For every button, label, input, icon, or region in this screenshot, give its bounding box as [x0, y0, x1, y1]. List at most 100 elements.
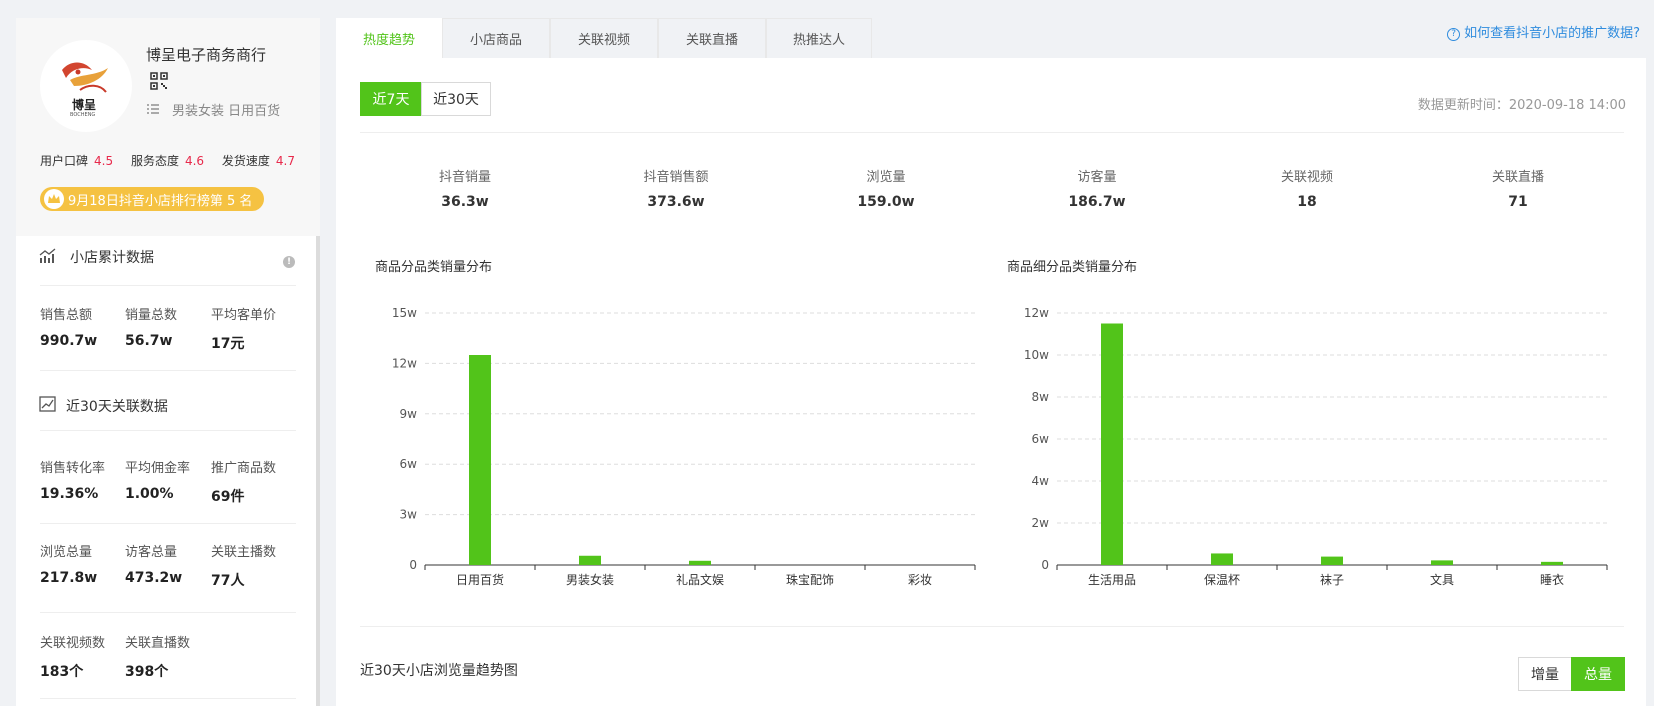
bar-trend-icon	[39, 248, 56, 263]
tab-related-lives[interactable]: 关联直播	[658, 18, 766, 58]
stat-label-volume-total: 销量总数	[125, 308, 178, 323]
bar	[469, 355, 491, 565]
line-chart-icon	[39, 396, 56, 412]
stat-value-videos: 183个	[40, 664, 84, 680]
x-tick-label: 礼品文娱	[676, 572, 724, 587]
y-tick-label: 4w	[1032, 474, 1050, 488]
x-tick-label: 保温杯	[1204, 573, 1240, 587]
crown-icon	[44, 189, 64, 209]
y-tick-label: 15w	[392, 306, 417, 320]
increment-toggle-button[interactable]: 增量	[1518, 657, 1572, 691]
stat-label-views-total: 浏览总量	[40, 545, 93, 560]
kpi-value-visitors: 186.7w	[1068, 194, 1126, 210]
y-tick-label: 6w	[1032, 432, 1050, 446]
divider	[40, 698, 296, 699]
divider	[40, 523, 296, 524]
help-icon: ?	[1447, 28, 1461, 41]
x-tick-label: 文具	[1430, 572, 1454, 587]
x-tick-label: 珠宝配饰	[786, 573, 834, 587]
bar	[1321, 556, 1343, 565]
kpi-label-visitors: 访客量	[1077, 170, 1117, 185]
rating-service: 服务态度 4.6	[130, 154, 205, 168]
trend-title: 近30天小店浏览量趋势图	[360, 663, 518, 679]
stat-label-conversion: 销售转化率	[40, 461, 106, 476]
stat-label-videos: 关联视频数	[40, 636, 106, 651]
stat-value-volume-total: 56.7w	[125, 333, 173, 349]
shop-name: 博呈电子商务商行	[146, 46, 267, 64]
rank-badge-text: 9月18日抖音小店排行榜第 5 名	[68, 193, 253, 209]
stat-label-visitors-total: 访客总量	[125, 545, 178, 560]
range-7-days-button[interactable]: 近7天	[360, 82, 422, 116]
stat-label-promoted-items: 推广商品数	[211, 461, 277, 476]
kpi-label-douyin-volume: 抖音销量	[438, 170, 492, 185]
left-panel-scrollbar[interactable]	[316, 236, 320, 706]
bar	[1541, 561, 1563, 565]
rank-badge: 9月18日抖音小店排行榜第 5 名	[40, 187, 265, 211]
stat-value-conversion: 19.36%	[40, 486, 99, 502]
divider	[40, 430, 296, 431]
x-tick-label: 日用百货	[456, 572, 504, 587]
chart-title-subcategory: 商品细分品类销量分布	[1007, 260, 1138, 275]
kpi-label-related-lives: 关联直播	[1491, 170, 1545, 185]
chart-title-category: 商品分品类销量分布	[375, 260, 493, 275]
stat-label-avg-price: 平均客单价	[211, 308, 277, 323]
divider	[40, 370, 296, 371]
y-tick-label: 10w	[1024, 348, 1049, 362]
divider	[40, 285, 296, 286]
bar	[579, 555, 601, 565]
recent30-title: 近30天关联数据	[66, 399, 168, 415]
y-tick-label: 12w	[1024, 306, 1049, 320]
total-toggle-button[interactable]: 总量	[1571, 657, 1625, 691]
shop-categories: 男装女装 日用百货	[172, 104, 281, 119]
kpi-value-douyin-sales: 373.6w	[647, 194, 705, 210]
x-tick-label: 睡衣	[1540, 572, 1564, 587]
kpi-value-related-lives: 71	[1508, 194, 1528, 210]
category-list-icon	[147, 104, 159, 114]
divider	[40, 612, 296, 613]
bar	[689, 560, 711, 565]
qr-code-icon[interactable]	[150, 72, 168, 90]
cumulative-title: 小店累计数据	[70, 250, 154, 266]
shop-logo-text: 博呈	[72, 98, 97, 112]
tab-related-videos[interactable]: 关联视频	[550, 18, 658, 58]
stat-value-visitors-total: 473.2w	[125, 570, 183, 586]
divider	[360, 626, 1624, 627]
tab-hot-influencers[interactable]: 热推达人	[766, 18, 872, 58]
rating-shipping: 发货速度 4.7	[221, 154, 295, 168]
shop-logo	[40, 40, 132, 132]
y-tick-label: 12w	[392, 356, 417, 370]
y-tick-label: 9w	[400, 407, 418, 421]
stat-value-sales-total: 990.7w	[40, 333, 98, 349]
rating-reputation: 用户口碑 4.5	[40, 154, 114, 168]
stat-label-anchors: 关联主播数	[211, 545, 277, 560]
stat-value-views-total: 217.8w	[40, 570, 98, 586]
shop-logo-subtext: BOCHENG	[70, 112, 96, 118]
y-tick-label: 0	[409, 558, 417, 572]
x-tick-label: 袜子	[1320, 573, 1344, 587]
x-tick-label: 彩妆	[908, 573, 932, 587]
y-tick-label: 6w	[400, 457, 418, 471]
range-30-days-button[interactable]: 近30天	[421, 82, 491, 116]
subcategory-sales-bar-chart: 0 2w 4w 6w 8w 10w 12w 生活用品 保温杯 袜子 文具 睡衣	[1024, 306, 1608, 587]
kpi-value-views: 159.0w	[857, 194, 915, 210]
shop-ratings: 用户口碑 4.5 服务态度 4.6 发货速度 4.7	[40, 152, 309, 169]
stat-value-lives: 398个	[125, 664, 169, 680]
kpi-label-related-videos: 关联视频	[1280, 170, 1334, 185]
kpi-label-views: 浏览量	[866, 170, 906, 185]
update-time: 数据更新时间：2020-09-18 14:00	[1417, 98, 1626, 113]
divider	[360, 132, 1624, 133]
stat-label-commission: 平均佣金率	[125, 461, 191, 476]
stat-value-promoted-items: 69件	[211, 489, 245, 505]
help-link[interactable]: ? 如何查看抖音小店的推广数据?	[1447, 22, 1640, 41]
y-tick-label: 8w	[1032, 390, 1050, 404]
bar	[1431, 560, 1453, 565]
category-sales-bar-chart: 0 3w 6w 9w 12w 15w 日用百货 男装女装 礼品文娱 珠宝配饰 彩妆	[392, 306, 976, 587]
bar	[1101, 323, 1123, 565]
stat-label-lives: 关联直播数	[125, 636, 191, 651]
tab-heat-trend[interactable]: 热度趋势	[336, 18, 442, 58]
info-icon[interactable]: !	[283, 256, 295, 268]
shop-logo-icon	[62, 62, 108, 93]
y-tick-label: 3w	[400, 508, 418, 522]
tab-shop-products[interactable]: 小店商品	[442, 18, 550, 58]
stat-label-sales-total: 销售总额	[40, 308, 93, 323]
